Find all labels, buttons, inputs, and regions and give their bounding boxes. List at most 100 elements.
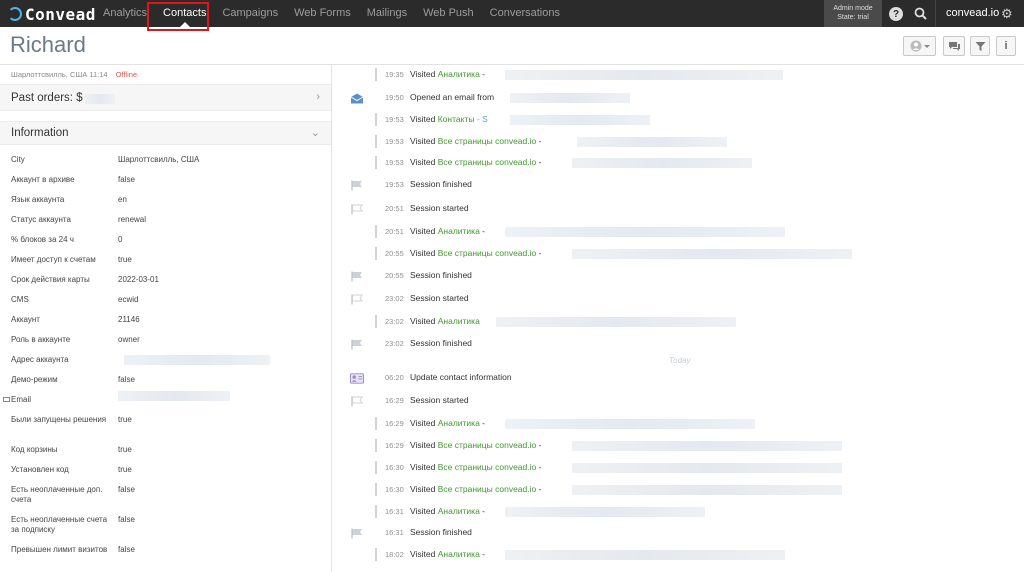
event-description: Visited (410, 136, 438, 146)
event-suffix: - (479, 226, 486, 236)
event-suffix: - (479, 69, 486, 79)
help-icon[interactable]: ? (889, 7, 903, 21)
event-text: Visited Аналитика (410, 316, 480, 326)
event-page-link[interactable]: Аналитика (438, 549, 480, 559)
event-page-link[interactable]: Все страницы convead.io (438, 440, 537, 450)
event-description: Visited (410, 506, 438, 516)
event-description: Visited (410, 114, 438, 124)
site-selector[interactable]: convead.io (946, 0, 999, 27)
chat-button[interactable] (943, 36, 965, 56)
envelope-icon (350, 92, 364, 104)
timeline-marker (375, 417, 377, 430)
redacted-url (572, 158, 753, 168)
activity-timeline: 19:35 Visited Аналитика - 19:50 Opened an e… (333, 65, 1024, 572)
redacted-url (505, 227, 786, 237)
nav-web-forms[interactable]: Web Forms (286, 0, 359, 27)
property-value: false (118, 485, 135, 494)
timeline-event: 19:53 Visited Все страницы convead.io - (333, 133, 1024, 151)
flag-filled-icon (350, 179, 364, 191)
property-key: Роль в аккаунте (11, 335, 71, 344)
event-suffix: - S (474, 114, 488, 124)
timeline-event: 23:02 Session finished (333, 335, 1024, 353)
property-value: renewal (118, 215, 147, 224)
property-key: City (11, 155, 25, 164)
event-text: Session finished (410, 270, 472, 280)
info-button[interactable]: i (996, 36, 1016, 56)
redacted-url (505, 70, 784, 80)
assign-user-dropdown[interactable] (903, 36, 936, 56)
redacted-url (577, 137, 728, 147)
property-value: ecwid (118, 295, 139, 304)
redacted-url (510, 93, 630, 103)
timeline-event: 20:51 Visited Аналитика - (333, 223, 1024, 241)
event-page-link[interactable]: Контакты (438, 114, 475, 124)
event-description: Session started (410, 203, 469, 213)
event-page-link[interactable]: Все страницы convead.io (438, 484, 537, 494)
flag-outline-icon (350, 293, 364, 305)
event-time: 06:20 (385, 373, 404, 382)
event-page-link[interactable]: Аналитика (438, 226, 480, 236)
property-key: Срок действия карты (11, 275, 90, 284)
event-suffix: - (536, 462, 542, 472)
timeline-marker (375, 68, 377, 81)
information-section[interactable]: Information ⌄ (0, 121, 331, 145)
chevron-right-icon: › (316, 91, 320, 103)
event-page-link[interactable]: Все страницы convead.io (438, 462, 537, 472)
event-page-link[interactable]: Аналитика (438, 69, 480, 79)
event-text: Visited Аналитика - (410, 226, 485, 236)
contact-card-icon (350, 372, 364, 384)
event-page-link[interactable]: Аналитика (438, 316, 480, 326)
redacted-url (572, 249, 853, 259)
admin-mode-badge[interactable]: Admin mode State: trial (824, 0, 882, 27)
nav-mailings[interactable]: Mailings (359, 0, 415, 27)
event-page-link[interactable]: Все страницы convead.io (438, 157, 537, 167)
search-icon[interactable] (912, 5, 929, 22)
timeline-event: 19:53 Visited Все страницы convead.io - (333, 154, 1024, 172)
event-time: 20:55 (385, 249, 404, 258)
past-orders-section[interactable]: Past orders: $ › (0, 84, 331, 111)
timeline-marker (375, 483, 377, 496)
event-page-link[interactable]: Аналитика (438, 506, 480, 516)
event-description: Visited (410, 248, 438, 258)
redacted-url (572, 485, 843, 495)
event-text: Visited Аналитика - (410, 506, 485, 516)
property-key: Код корзины (11, 445, 58, 454)
event-description: Session started (410, 395, 469, 405)
flag-outline-icon (350, 203, 364, 215)
property-value: 21146 (118, 315, 140, 324)
property-key: Есть неоплаченные счета за подписку (11, 515, 108, 534)
timeline-event: 16:29 Visited Аналитика - (333, 415, 1024, 433)
property-key: Есть неоплаченные доп. счета (11, 485, 103, 504)
event-time: 20:51 (385, 227, 404, 236)
gear-icon[interactable]: ⚙ (1001, 6, 1013, 22)
event-suffix: - (536, 157, 542, 167)
logo-mark-icon (8, 7, 22, 21)
nav-web-push[interactable]: Web Push (415, 0, 482, 27)
event-text: Session started (410, 293, 469, 303)
event-time: 19:53 (385, 158, 404, 167)
property-key: Имеет доступ к счетам (11, 255, 96, 264)
event-page-link[interactable]: Аналитика (438, 418, 480, 428)
event-text: Update contact information (410, 372, 512, 382)
event-time: 18:02 (385, 550, 404, 559)
nav-conversations[interactable]: Conversations (482, 0, 568, 27)
event-page-link[interactable]: Все страницы convead.io (438, 136, 537, 146)
admin-mode-label: Admin mode (833, 5, 873, 12)
event-text: Visited Все страницы convead.io - (410, 136, 541, 146)
nav-campaigns[interactable]: Campaigns (214, 0, 286, 27)
property-key: Язык аккаунта (11, 195, 65, 204)
event-time: 19:53 (385, 180, 404, 189)
property-value: false (118, 545, 135, 554)
timeline-marker (375, 135, 377, 148)
event-page-link[interactable]: Все страницы convead.io (438, 248, 537, 258)
redacted-url (505, 419, 756, 429)
redacted-url (572, 463, 843, 473)
timeline-event: 16:30 Visited Все страницы convead.io - (333, 481, 1024, 499)
convead-logo[interactable]: Convead (8, 4, 96, 24)
event-suffix: - (536, 248, 542, 258)
filter-button[interactable] (970, 36, 990, 56)
timeline-event: 16:31 Visited Аналитика - (333, 503, 1024, 521)
chat-icon (948, 41, 960, 51)
admin-state-label: State: trial (837, 14, 869, 21)
event-description: Session started (410, 293, 469, 303)
